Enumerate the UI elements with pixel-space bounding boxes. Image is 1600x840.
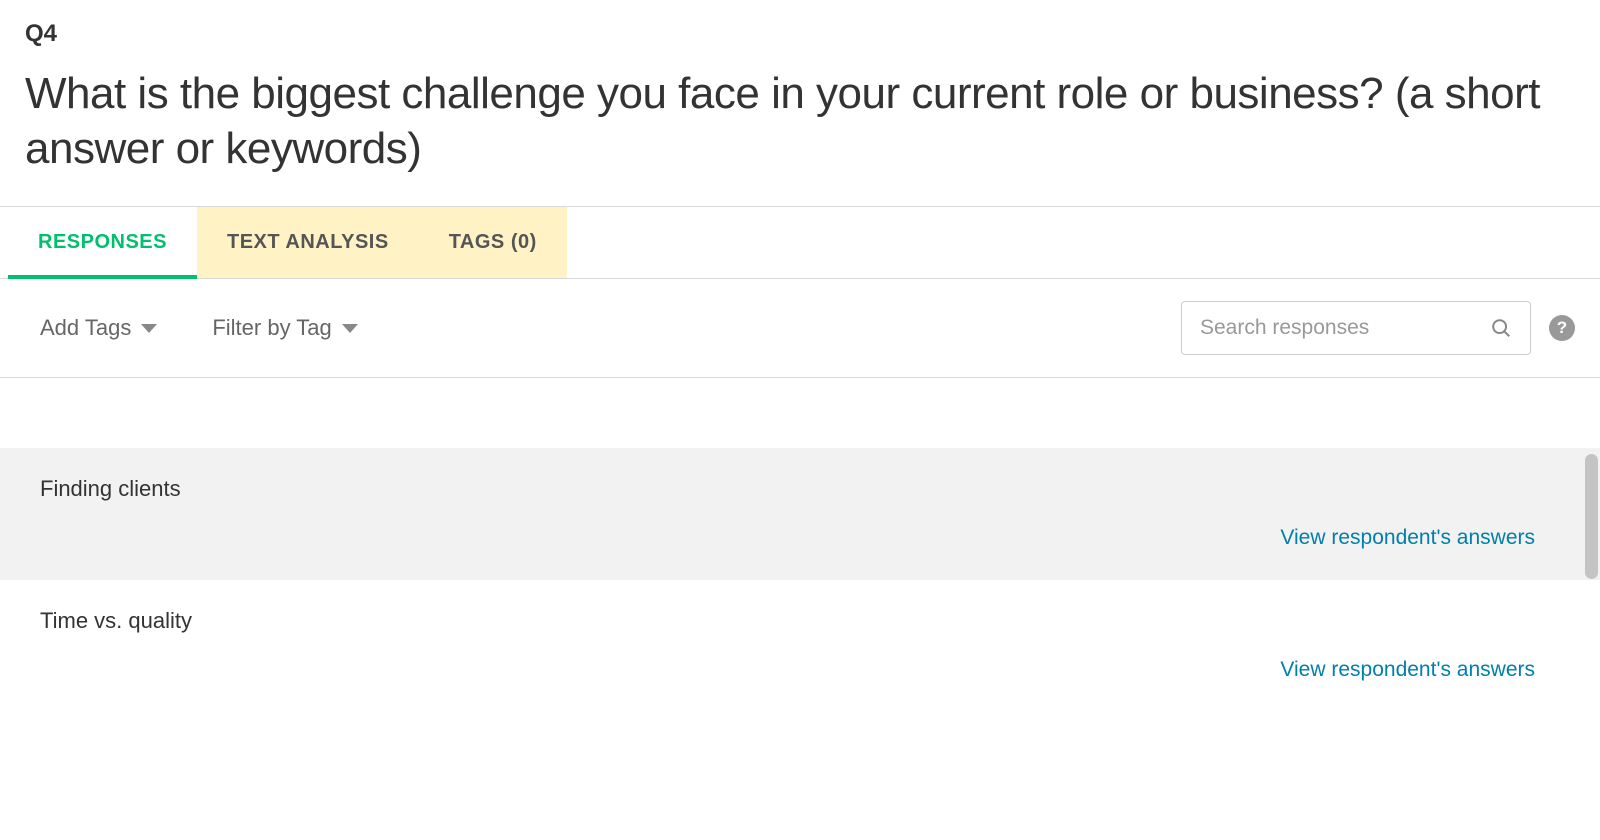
response-text: Finding clients xyxy=(40,476,1560,502)
search-input[interactable] xyxy=(1200,316,1490,340)
tab-responses[interactable]: RESPONSES xyxy=(8,207,197,278)
help-icon[interactable]: ? xyxy=(1549,315,1575,341)
response-row: Time vs. quality View respondent's answe… xyxy=(0,580,1600,712)
toolbar-right: ? xyxy=(1181,301,1575,355)
caret-down-icon xyxy=(141,324,157,333)
question-number: Q4 xyxy=(25,20,1575,48)
question-header: Q4 What is the biggest challenge you fac… xyxy=(0,0,1600,206)
tab-text-analysis[interactable]: TEXT ANALYSIS xyxy=(197,207,419,278)
responses-list: Finding clients View respondent's answer… xyxy=(0,448,1600,712)
scrollbar-thumb[interactable] xyxy=(1585,454,1598,579)
filter-by-tag-label: Filter by Tag xyxy=(212,315,331,341)
tab-tags[interactable]: TAGS (0) xyxy=(419,207,567,278)
tabs-bar: RESPONSES TEXT ANALYSIS TAGS (0) xyxy=(0,206,1600,279)
view-respondent-link[interactable]: View respondent's answers xyxy=(40,658,1560,682)
response-text: Time vs. quality xyxy=(40,608,1560,634)
add-tags-label: Add Tags xyxy=(40,315,131,341)
question-text: What is the biggest challenge you face i… xyxy=(25,66,1575,176)
caret-down-icon xyxy=(342,324,358,333)
toolbar-left: Add Tags Filter by Tag xyxy=(40,315,358,341)
search-box[interactable] xyxy=(1181,301,1531,355)
search-icon xyxy=(1490,317,1512,339)
responses-toolbar: Add Tags Filter by Tag ? xyxy=(0,279,1600,378)
response-row: Finding clients View respondent's answer… xyxy=(0,448,1600,580)
view-respondent-link[interactable]: View respondent's answers xyxy=(40,526,1560,550)
add-tags-dropdown[interactable]: Add Tags xyxy=(40,315,157,341)
filter-by-tag-dropdown[interactable]: Filter by Tag xyxy=(212,315,357,341)
